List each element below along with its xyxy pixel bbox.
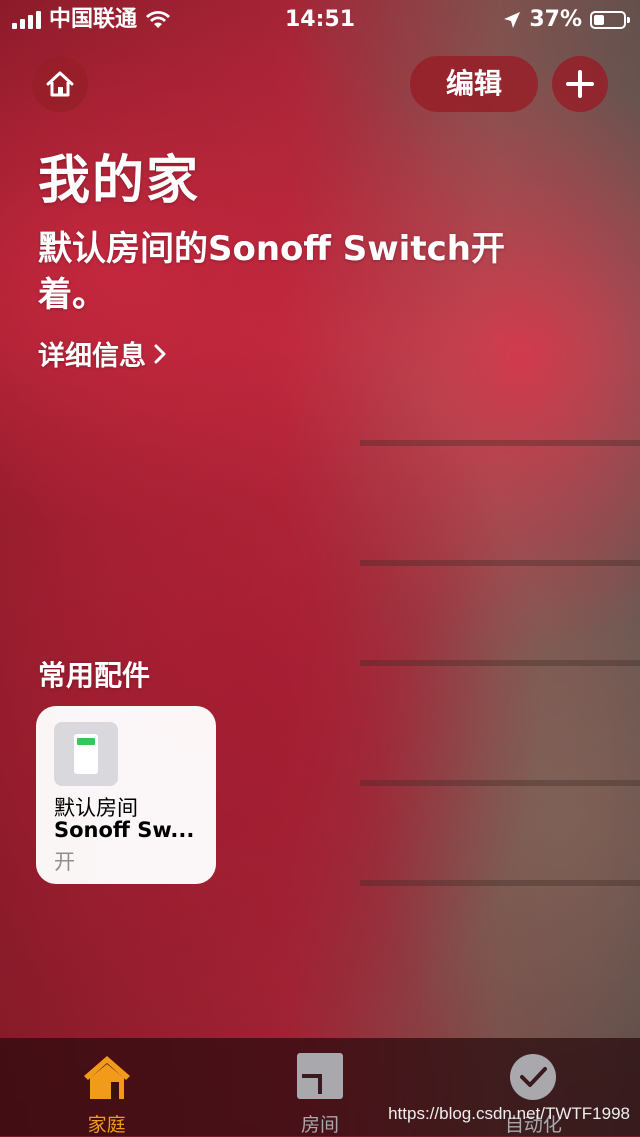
tab-home[interactable]: 家庭 bbox=[0, 1038, 213, 1136]
chevron-right-icon bbox=[154, 344, 166, 363]
home-settings-button[interactable] bbox=[32, 56, 88, 112]
battery-icon bbox=[590, 11, 630, 29]
accessory-tile[interactable]: 默认房间 Sonoff Sw... 开 bbox=[36, 706, 216, 884]
details-link[interactable]: 详细信息 bbox=[38, 334, 166, 373]
home-icon bbox=[83, 1056, 130, 1099]
edit-button[interactable]: 编辑 bbox=[410, 56, 538, 112]
favorites-section-title: 常用配件 bbox=[38, 659, 151, 692]
wood-plank bbox=[360, 880, 640, 886]
status-bar: 中国联通 14:51 37% bbox=[0, 0, 640, 40]
switch-icon bbox=[54, 722, 118, 786]
status-right: 37% bbox=[503, 0, 630, 40]
status-summary: 默认房间的Sonoff Switch开着。 bbox=[38, 229, 505, 315]
plus-icon bbox=[566, 70, 594, 98]
accessory-name: Sonoff Sw... bbox=[54, 818, 195, 842]
wood-plank bbox=[360, 780, 640, 786]
location-arrow-icon bbox=[504, 12, 521, 28]
page-title: 我的家 bbox=[38, 151, 201, 211]
wood-plank bbox=[360, 440, 640, 446]
accessory-state: 开 bbox=[54, 850, 75, 874]
tab-home-label: 家庭 bbox=[87, 1114, 126, 1136]
home-icon bbox=[46, 71, 74, 97]
battery-percent: 37% bbox=[529, 7, 582, 32]
watermark-text: https://blog.csdn.net/TWTF1998 bbox=[388, 1104, 630, 1123]
details-link-label: 详细信息 bbox=[38, 341, 146, 372]
wood-plank bbox=[360, 660, 640, 666]
wood-plank bbox=[360, 560, 640, 566]
automation-icon bbox=[510, 1054, 557, 1100]
add-button[interactable] bbox=[552, 56, 608, 112]
rooms-icon bbox=[296, 1053, 343, 1099]
